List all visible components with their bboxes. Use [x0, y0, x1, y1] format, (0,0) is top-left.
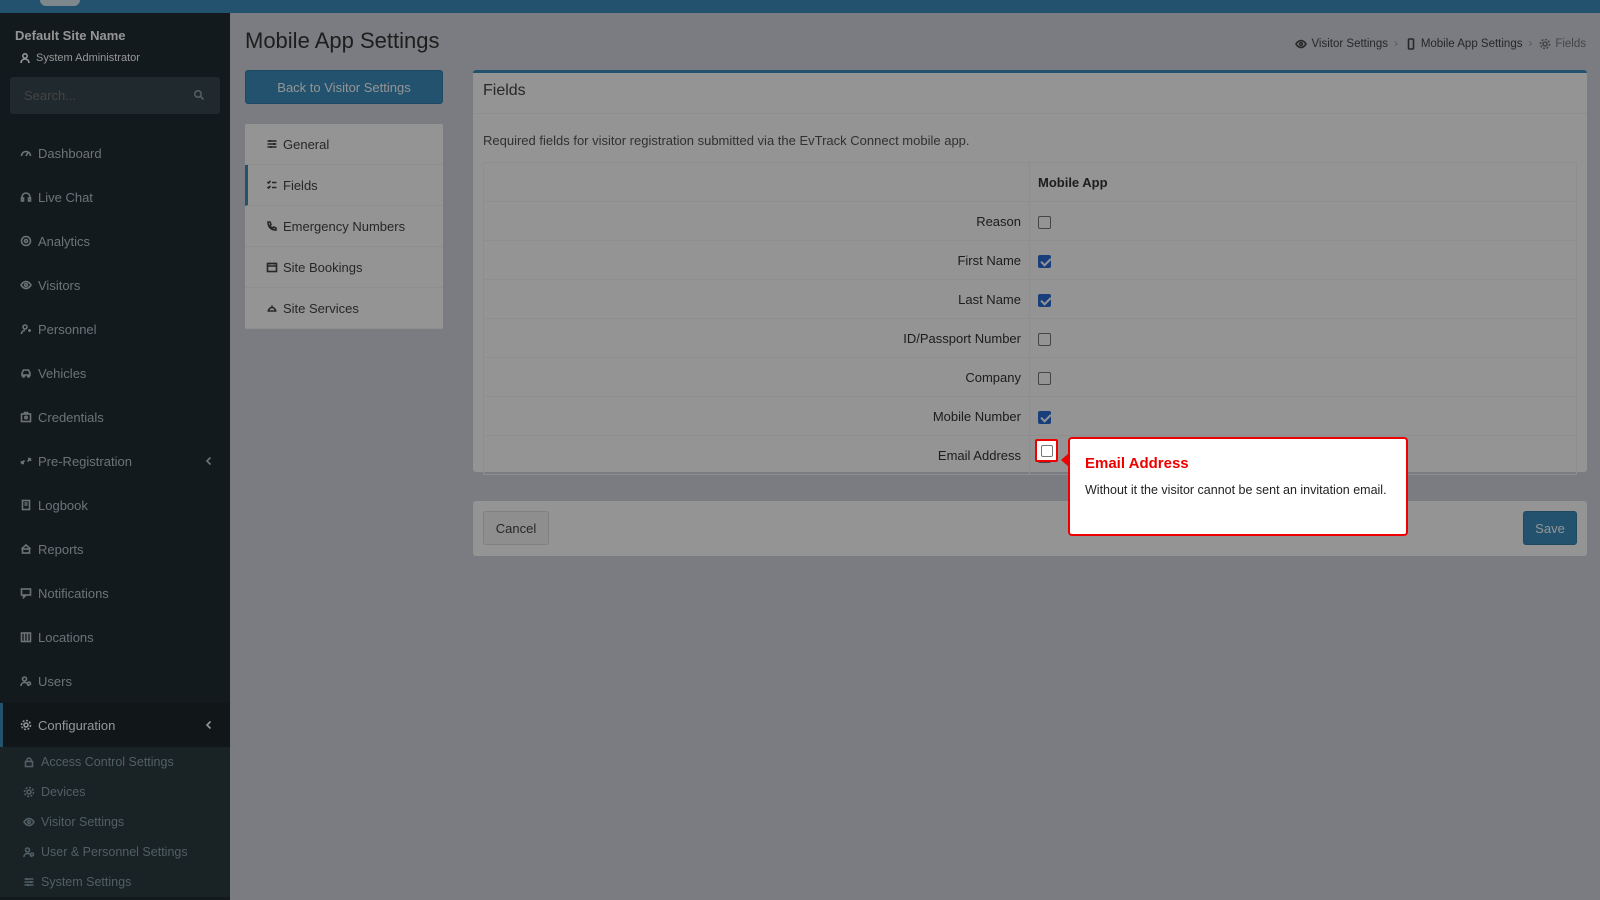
tour-tooltip: Email Address Without it the visitor can… — [1061, 437, 1408, 536]
email-address-checkbox[interactable] — [1040, 444, 1053, 457]
tooltip-body: Without it the visitor cannot be sent an… — [1085, 483, 1387, 497]
tooltip-title: Email Address — [1085, 455, 1189, 472]
email-address-checkbox-highlight — [1035, 439, 1058, 462]
